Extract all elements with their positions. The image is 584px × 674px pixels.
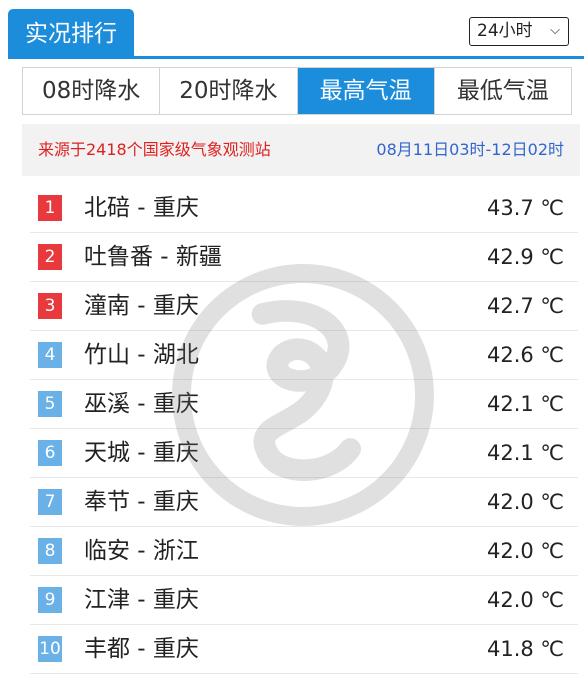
info-bar: 来源于2418个国家级气象观测站 08月11日03时-12日02时 (22, 124, 580, 176)
station-name: 临安 - 浙江 (84, 538, 199, 564)
ranking-row[interactable]: 3 潼南 - 重庆 42.7 ℃ (30, 282, 578, 331)
ranking-row[interactable]: 10 丰都 - 重庆 41.8 ℃ (30, 625, 578, 674)
ranking-row[interactable]: 5 巫溪 - 重庆 42.1 ℃ (30, 380, 578, 429)
station-name: 天城 - 重庆 (84, 440, 199, 466)
ranking-list: 1 北碚 - 重庆 43.7 ℃ 2 吐鲁番 - 新疆 42.9 ℃ 3 潼南 … (30, 184, 578, 674)
temperature-value: 42.0 ℃ (486, 588, 564, 612)
ranking-row[interactable]: 7 奉节 - 重庆 42.0 ℃ (30, 478, 578, 527)
header-divider (8, 56, 584, 59)
rank-badge: 6 (38, 440, 62, 466)
station-name: 巫溪 - 重庆 (84, 391, 199, 417)
temperature-value: 41.8 ℃ (486, 637, 564, 661)
data-source-text: 来源于2418个国家级气象观测站 (38, 140, 271, 159)
ranking-row[interactable]: 2 吐鲁番 - 新疆 42.9 ℃ (30, 233, 578, 282)
station-name: 竹山 - 湖北 (84, 342, 199, 368)
temperature-value: 43.7 ℃ (486, 196, 564, 220)
station-name: 奉节 - 重庆 (84, 489, 199, 515)
chevron-down-icon: ⌵ (550, 23, 560, 38)
station-name: 丰都 - 重庆 (84, 636, 199, 662)
rank-badge: 3 (38, 293, 62, 319)
header-bar: 实况排行 24小时 ⌵ (0, 0, 584, 59)
rank-badge: 1 (38, 195, 62, 221)
ranking-row[interactable]: 6 天城 - 重庆 42.1 ℃ (30, 429, 578, 478)
time-range-select[interactable]: 24小时 ⌵ (469, 17, 569, 46)
station-name: 北碚 - 重庆 (84, 195, 199, 221)
rank-badge: 5 (38, 391, 62, 417)
page-title: 实况排行 (8, 9, 134, 59)
temperature-value: 42.7 ℃ (486, 294, 564, 318)
tab-2000-precip[interactable]: 20时降水 (160, 68, 298, 114)
category-tabs: 08时降水 20时降水 最高气温 最低气温 (22, 67, 572, 115)
tab-0800-precip[interactable]: 08时降水 (23, 68, 161, 114)
time-period-text: 08月11日03时-12日02时 (376, 140, 564, 159)
time-range-value: 24小时 (477, 21, 533, 41)
tab-max-temp[interactable]: 最高气温 (297, 68, 435, 114)
station-name: 江津 - 重庆 (84, 587, 199, 613)
station-name: 吐鲁番 - 新疆 (84, 244, 222, 270)
temperature-value: 42.1 ℃ (486, 392, 564, 416)
temperature-value: 42.0 ℃ (486, 539, 564, 563)
rank-badge: 10 (38, 636, 62, 662)
ranking-row[interactable]: 1 北碚 - 重庆 43.7 ℃ (30, 184, 578, 233)
rank-badge: 4 (38, 342, 62, 368)
rank-badge: 7 (38, 489, 62, 515)
ranking-row[interactable]: 8 临安 - 浙江 42.0 ℃ (30, 527, 578, 576)
temperature-value: 42.6 ℃ (486, 343, 564, 367)
temperature-value: 42.0 ℃ (486, 490, 564, 514)
tab-min-temp[interactable]: 最低气温 (435, 68, 571, 114)
temperature-value: 42.1 ℃ (486, 441, 564, 465)
ranking-row[interactable]: 4 竹山 - 湖北 42.6 ℃ (30, 331, 578, 380)
rank-badge: 8 (38, 538, 62, 564)
ranking-row[interactable]: 9 江津 - 重庆 42.0 ℃ (30, 576, 578, 625)
ranking-panel: 来源于2418个国家级气象观测站 08月11日03时-12日02时 1 北碚 -… (22, 124, 580, 674)
temperature-value: 42.9 ℃ (486, 245, 564, 269)
station-name: 潼南 - 重庆 (84, 293, 199, 319)
rank-badge: 2 (38, 244, 62, 270)
rank-badge: 9 (38, 587, 62, 613)
